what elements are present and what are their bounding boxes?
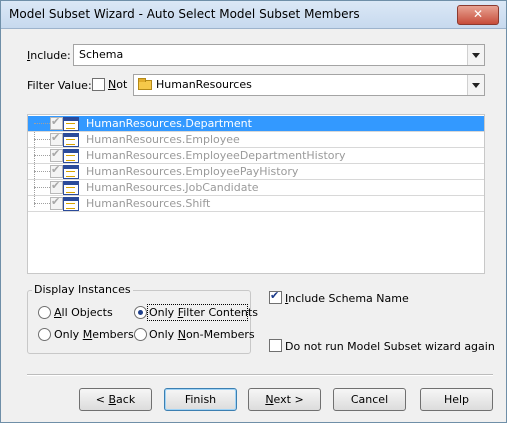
close-button[interactable]: ✕ [457,5,499,25]
divider [27,374,493,376]
include-value: Schema [79,48,124,61]
table-icon [63,197,79,211]
tree-item-label: HumanResources.EmployeeDepartmentHistory [86,149,346,162]
do-not-run-again-label: Do not run Model Subset wizard again [285,340,495,353]
next-button[interactable]: Next > [248,388,321,411]
tree-item-label: HumanResources.Shift [86,197,211,210]
filter-value: HumanResources [156,78,252,91]
subset-members-tree[interactable]: HumanResources.Department HumanResources… [27,114,485,274]
tree-item[interactable]: HumanResources.EmployeeDepartmentHistory [28,147,484,164]
table-icon [63,133,79,147]
folder-icon [138,78,152,90]
chevron-down-icon[interactable] [467,75,484,95]
finish-button[interactable]: Finish [164,388,237,411]
include-schema-name-checkbox[interactable] [269,289,282,304]
tree-item-checkbox[interactable] [50,179,63,194]
tree-item[interactable]: HumanResources.Shift [28,195,484,212]
all-objects-label: All Objects [54,306,113,319]
tree-item[interactable]: HumanResources.JobCandidate [28,179,484,196]
not-label: Not [108,78,128,91]
include-dropdown[interactable]: Schema [73,44,485,66]
display-instances-title: Display Instances [32,283,133,296]
table-icon [63,181,79,195]
only-members-label: Only Members [54,328,134,341]
tree-item-label: HumanResources.EmployeePayHistory [86,165,299,178]
help-button[interactable]: Help [420,388,493,411]
table-icon [63,149,79,163]
tree-item-label: HumanResources.JobCandidate [86,181,259,194]
only-non-members-radio[interactable] [134,328,147,341]
do-not-run-again-checkbox[interactable] [269,339,282,352]
cancel-button[interactable]: Cancel [333,388,406,411]
window-title: Model Subset Wizard - Auto Select Model … [9,7,360,21]
filter-value-dropdown[interactable]: HumanResources [133,74,485,96]
tree-item-checkbox[interactable] [50,195,63,210]
tree-item-checkbox[interactable] [50,115,63,130]
title-bar: Model Subset Wizard - Auto Select Model … [1,1,506,29]
tree-item-label: HumanResources.Employee [86,133,240,146]
chevron-down-icon[interactable] [467,45,484,65]
tree-item-checkbox[interactable] [50,147,63,162]
only-members-radio[interactable] [38,328,51,341]
filter-value-label: Filter Value: [27,79,92,92]
tree-item-checkbox[interactable] [50,131,63,146]
display-instances-group [27,290,251,354]
not-checkbox[interactable] [92,78,105,91]
tree-item-checkbox[interactable] [50,163,63,178]
only-filter-contents-radio[interactable] [134,306,147,319]
tree-item[interactable]: HumanResources.Employee [28,131,484,148]
all-objects-radio[interactable] [38,306,51,319]
tree-item[interactable]: HumanResources.EmployeePayHistory [28,163,484,180]
tree-item-label: HumanResources.Department [84,117,254,130]
tree-item[interactable]: HumanResources.Department [28,115,484,132]
include-schema-name-label: Include Schema Name [285,292,409,305]
table-icon [63,165,79,179]
include-label: Include: [27,49,71,62]
back-button[interactable]: < Back [79,388,152,411]
only-filter-contents-label: Only Filter Contents [149,306,258,319]
table-icon [63,117,79,131]
only-non-members-label: Only Non-Members [149,328,255,341]
